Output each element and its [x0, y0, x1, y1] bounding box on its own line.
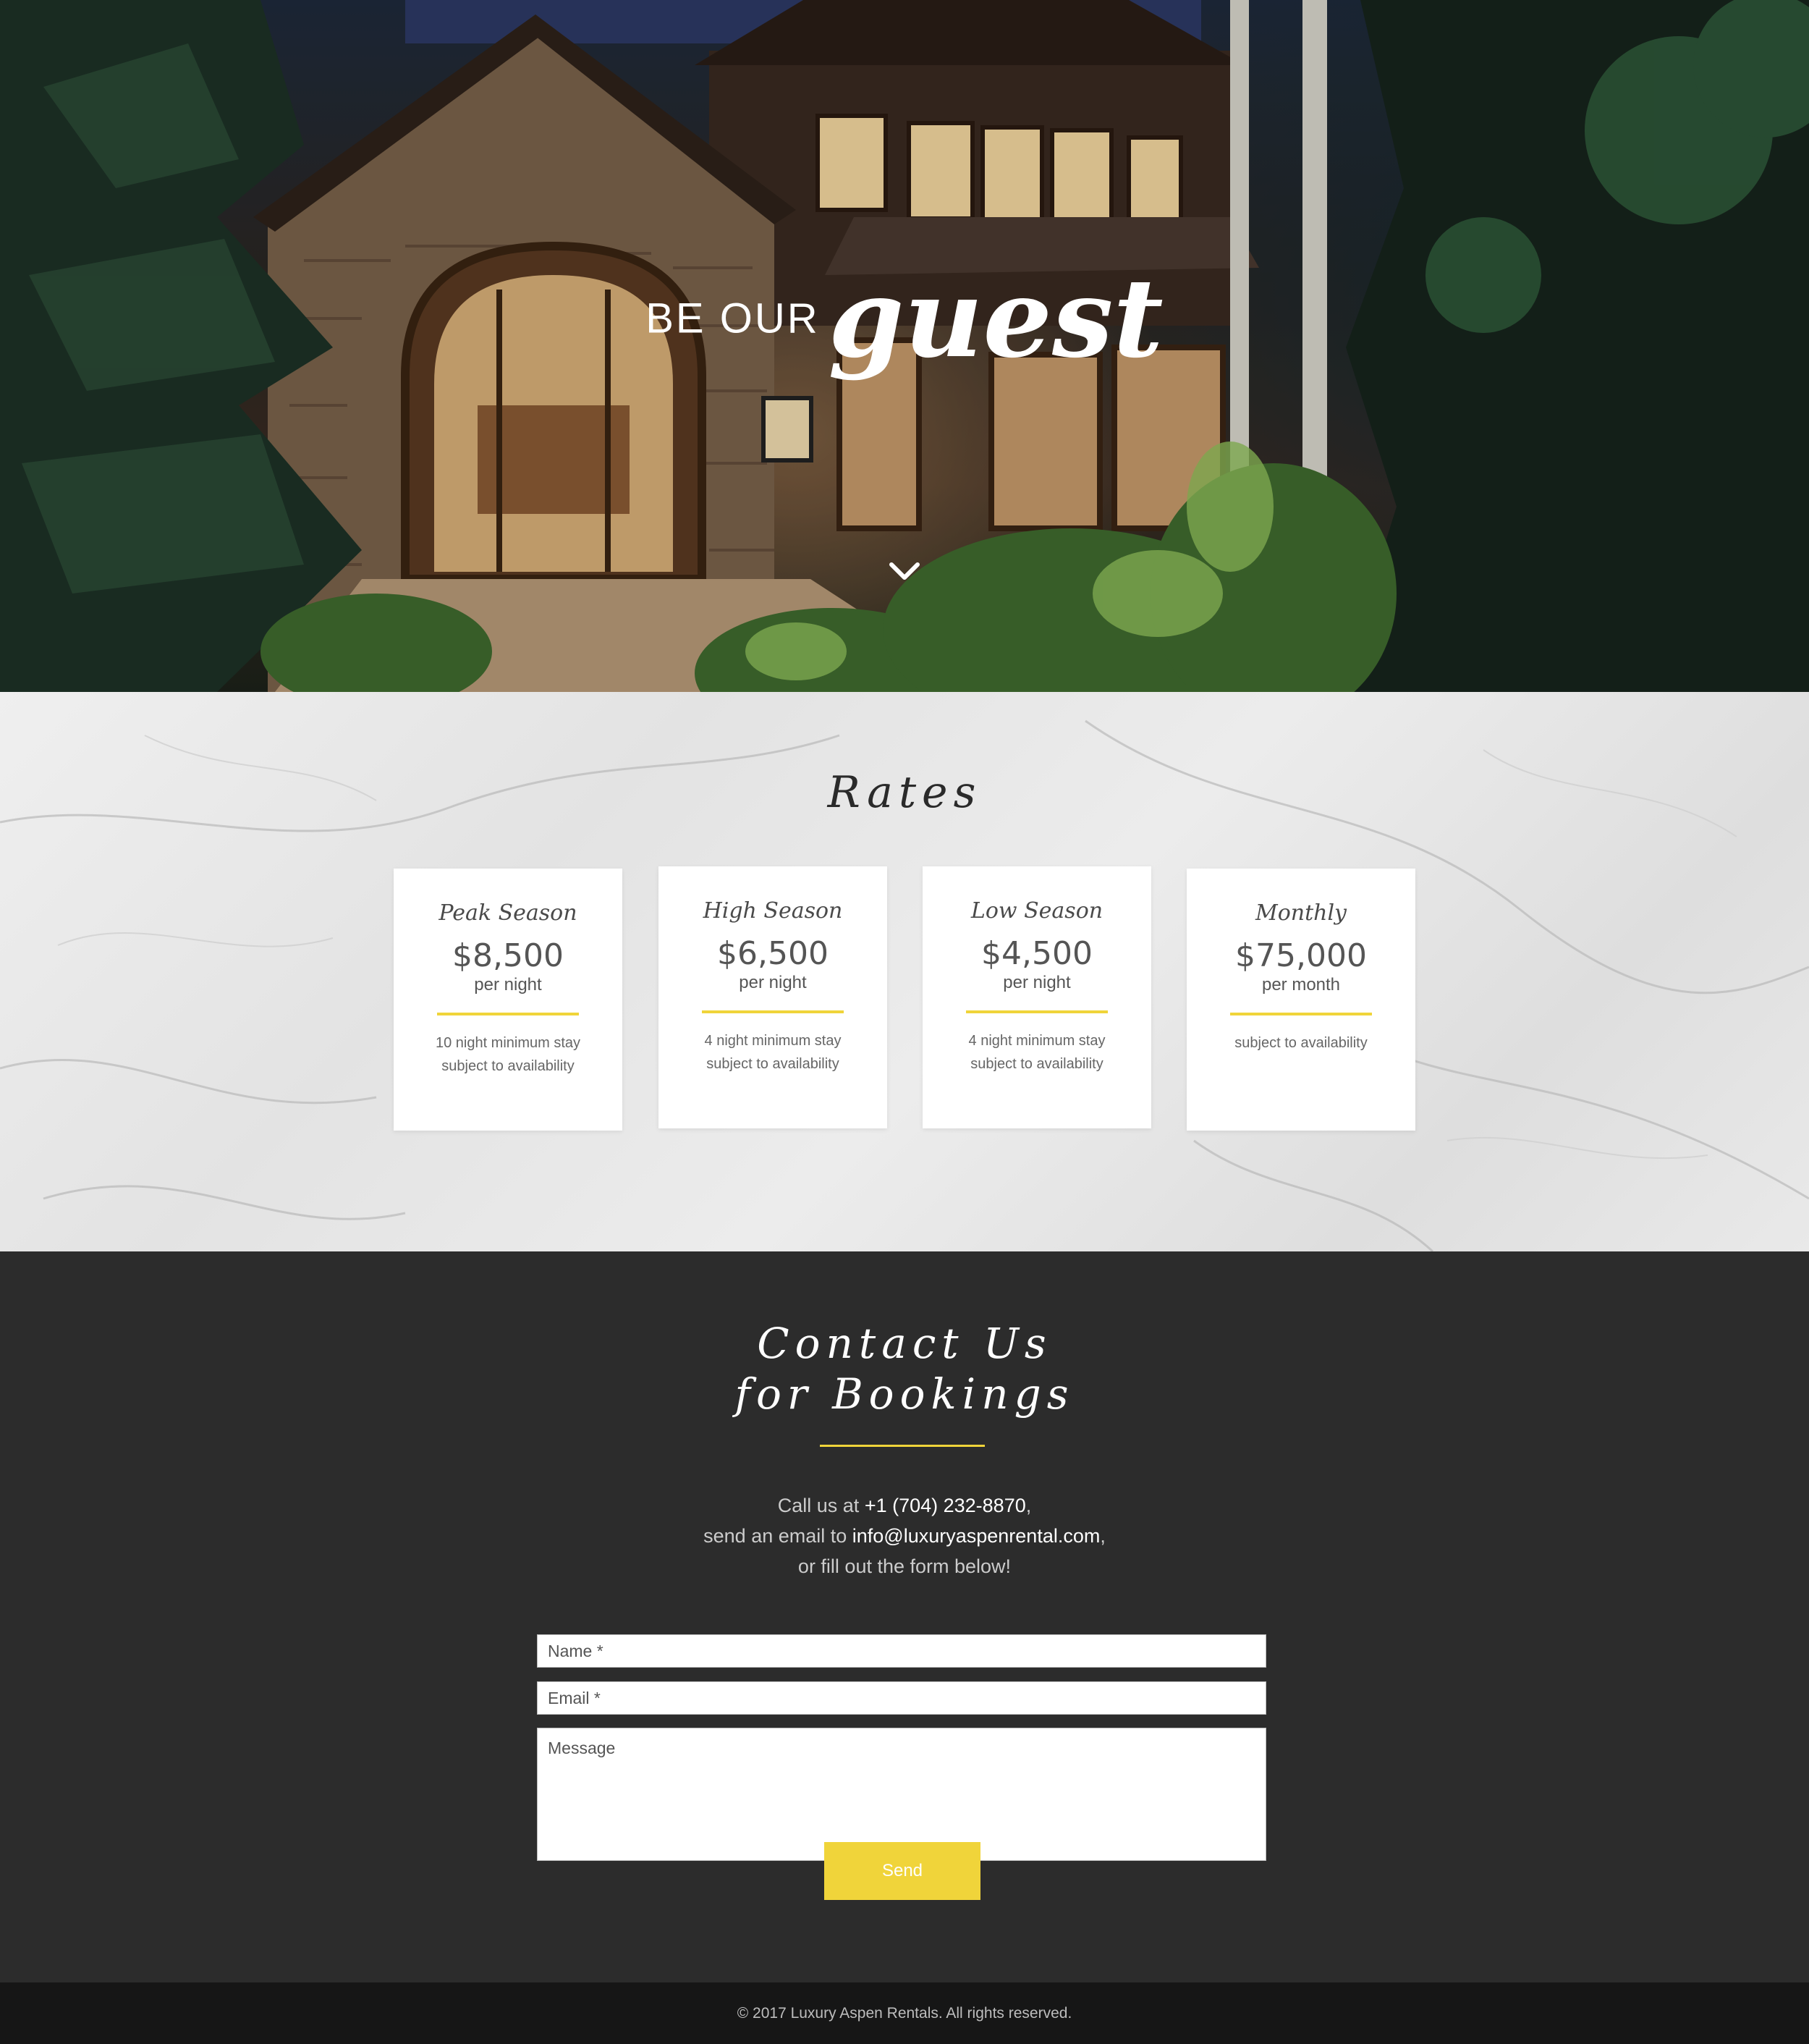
contact-info: Call us at +1 (704) 232-8870, send an em…: [0, 1490, 1809, 1581]
rate-card-name: Monthly: [1255, 900, 1347, 926]
email-field[interactable]: [537, 1681, 1266, 1715]
contact-email-prefix: send an email to: [703, 1525, 852, 1547]
contact-email-link[interactable]: info@luxuryaspenrental.com: [852, 1525, 1101, 1547]
contact-title: Contact Us for Bookings: [0, 1318, 1809, 1419]
rate-card-divider: [1230, 1013, 1372, 1015]
footer-copyright: © 2017 Luxury Aspen Rentals. All rights …: [737, 2005, 1072, 2022]
rate-card-note-line: 4 night minimum stay: [704, 1033, 842, 1049]
rate-card-divider: [966, 1010, 1108, 1013]
name-field[interactable]: [537, 1634, 1266, 1668]
message-field[interactable]: [537, 1728, 1266, 1861]
chevron-down-icon[interactable]: [889, 559, 920, 585]
contact-divider: [820, 1445, 985, 1447]
rate-card-unit: per night: [1003, 973, 1071, 992]
rates-title: Rates: [827, 767, 982, 818]
rate-card-unit: per night: [739, 973, 807, 992]
contact-phone-suffix: ,: [1025, 1495, 1032, 1516]
rate-card-name: Peak Season: [439, 900, 577, 926]
rate-card-price: $6,500: [717, 935, 829, 972]
contact-phone-prefix: Call us at: [777, 1495, 865, 1516]
contact-email-suffix: ,: [1100, 1525, 1106, 1547]
rate-card-unit: per night: [474, 975, 542, 994]
rate-card-price: $4,500: [981, 935, 1093, 972]
hero-section: BE OURguest: [0, 0, 1809, 692]
rate-card-price: $8,500: [452, 937, 564, 974]
send-button[interactable]: Send: [824, 1842, 980, 1900]
rate-card-note-line: subject to availability: [1234, 1035, 1368, 1051]
rate-card-note-line: subject to availability: [706, 1056, 839, 1072]
rate-card-divider: [437, 1013, 579, 1015]
contact-form-hint: or fill out the form below!: [797, 1555, 1012, 1577]
hero-title-lead: BE OUR: [645, 295, 820, 342]
rate-card-note: 10 night minimum stay subject to availab…: [394, 1031, 622, 1078]
rate-card-price: $75,000: [1235, 937, 1367, 974]
contact-title-line: for Bookings: [734, 1369, 1075, 1419]
rate-card-unit: per month: [1261, 975, 1341, 994]
rate-card-name: Low Season: [970, 898, 1103, 924]
rate-card-divider: [702, 1010, 844, 1013]
contact-email-line: send an email to info@luxuryaspenrental.…: [0, 1521, 1809, 1551]
rate-card-name: High Season: [703, 898, 843, 924]
hero-title: BE OURguest: [0, 264, 1809, 373]
footer: © 2017 Luxury Aspen Rentals. All rights …: [0, 1982, 1809, 2044]
rate-card-note: subject to availability: [1187, 1031, 1415, 1055]
contact-phone-line: Call us at +1 (704) 232-8870,: [0, 1490, 1809, 1521]
contact-phone-link[interactable]: +1 (704) 232-8870: [865, 1495, 1026, 1516]
contact-section: Contact Us for Bookings Call us at +1 (7…: [0, 1251, 1809, 1982]
rate-card-high-season: High Season $6,500 per night 4 night min…: [658, 866, 887, 1128]
contact-title-line: Contact Us: [757, 1319, 1052, 1368]
rate-card-note-line: subject to availability: [441, 1058, 575, 1074]
rate-card-note-line: subject to availability: [970, 1056, 1103, 1072]
hero-title-script: guest: [828, 255, 1164, 382]
rate-card-monthly: Monthly $75,000 per month subject to ava…: [1187, 869, 1415, 1131]
rate-card-note: 4 night minimum stay subject to availabi…: [658, 1029, 887, 1076]
rate-card-note-line: 10 night minimum stay: [435, 1035, 581, 1051]
rate-card-note: 4 night minimum stay subject to availabi…: [923, 1029, 1151, 1076]
rates-section: Rates Peak Season $8,500 per night 10 ni…: [0, 692, 1809, 1251]
rate-card-note-line: 4 night minimum stay: [968, 1033, 1106, 1049]
rate-card-peak-season: Peak Season $8,500 per night 10 night mi…: [394, 869, 622, 1131]
rate-card-low-season: Low Season $4,500 per night 4 night mini…: [923, 866, 1151, 1128]
